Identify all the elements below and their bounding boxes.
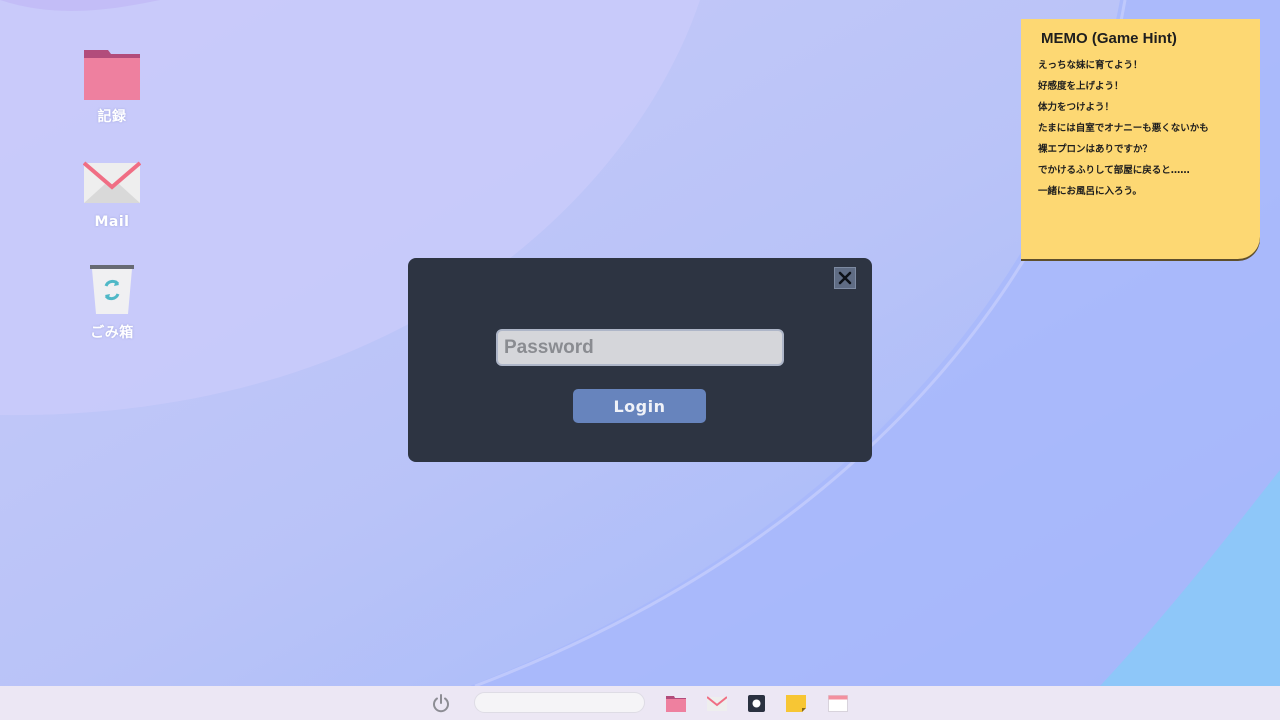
memo-line: えっちな妹に育てよう！ bbox=[1038, 60, 1143, 71]
mail-icon bbox=[82, 154, 142, 210]
taskbar-memo-icon[interactable] bbox=[785, 692, 807, 714]
desktop: 記録 Mail ごみ箱 MEMO (Game Hint) えっちな妹に育てよう！… bbox=[0, 0, 1280, 720]
desktop-icon-label: Mail bbox=[94, 214, 130, 230]
taskbar-app-icon[interactable] bbox=[745, 692, 767, 714]
desktop-icon-mail[interactable]: Mail bbox=[62, 154, 162, 230]
memo-line: でかけるふりして部屋に戻ると…… bbox=[1038, 165, 1190, 176]
taskbar-folder-icon[interactable] bbox=[665, 692, 687, 714]
memo-note[interactable]: MEMO (Game Hint) えっちな妹に育てよう！ 好感度を上げよう！ 体… bbox=[1021, 19, 1260, 259]
close-button[interactable] bbox=[834, 267, 856, 289]
memo-lines: えっちな妹に育てよう！ 好感度を上げよう！ 体力をつけよう！ たまには自室でオナ… bbox=[1038, 59, 1209, 206]
password-input[interactable] bbox=[496, 329, 784, 366]
desktop-icon-records[interactable]: 記録 bbox=[62, 46, 162, 126]
memo-line: 好感度を上げよう！ bbox=[1038, 81, 1124, 92]
taskbar bbox=[0, 686, 1280, 720]
close-icon bbox=[838, 271, 852, 285]
taskbar-window-icon[interactable] bbox=[827, 692, 849, 714]
login-dialog: Login bbox=[408, 258, 872, 462]
memo-line: 裸エプロンはありですか？ bbox=[1038, 144, 1153, 155]
memo-page-curl bbox=[1236, 235, 1260, 259]
taskbar-mail-icon[interactable] bbox=[706, 692, 728, 714]
taskbar-search-input[interactable] bbox=[474, 692, 645, 713]
power-icon[interactable] bbox=[430, 692, 452, 714]
trash-icon bbox=[82, 262, 142, 318]
memo-line: 体力をつけよう！ bbox=[1038, 102, 1115, 113]
desktop-icon-label: ごみ箱 bbox=[90, 325, 134, 341]
memo-line: 一緒にお風呂に入ろう。 bbox=[1038, 186, 1142, 197]
memo-line: たまには自室でオナニーも悪くないかも bbox=[1038, 123, 1209, 134]
memo-title: MEMO (Game Hint) bbox=[1041, 30, 1177, 47]
desktop-icon-label: 記録 bbox=[97, 109, 127, 125]
login-button[interactable]: Login bbox=[573, 389, 706, 423]
folder-icon bbox=[82, 46, 142, 102]
desktop-icon-trash[interactable]: ごみ箱 bbox=[62, 262, 162, 342]
